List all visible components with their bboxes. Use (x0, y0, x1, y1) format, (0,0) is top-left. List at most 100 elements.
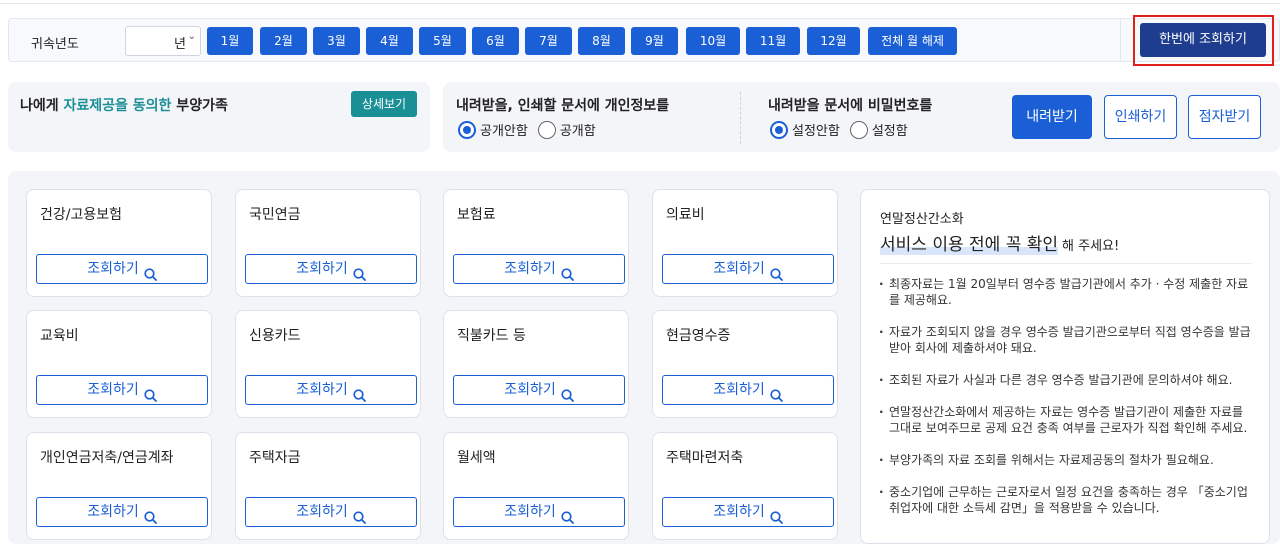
radio-personal-show[interactable] (537, 120, 556, 139)
personal-info-radio-group: 공개안함 공개함 (458, 120, 606, 139)
personal-info-label: 내려받을, 인쇄할 문서에 개인정보를 (456, 98, 670, 114)
card-title: 월세액 (457, 450, 496, 466)
notice-box: 연말정산간소화 서비스 이용 전에 꼭 확인해 주세요! 최종자료는 1월 20… (860, 189, 1270, 544)
radio-personal-hide[interactable] (458, 120, 476, 139)
deduction-card: 신용카드조회하기 (235, 310, 421, 418)
year-select-value: 년 (174, 37, 186, 52)
print-button[interactable]: 인쇄하기 (1104, 95, 1177, 139)
lookup-button[interactable]: 조회하기 (36, 375, 208, 405)
search-icon (144, 506, 157, 524)
card-title: 보험료 (457, 207, 496, 223)
dependents-title-highlight: 자료제공을 동의한 (63, 98, 172, 114)
month-button-10[interactable]: 10월 (686, 27, 740, 55)
notice-divider (880, 263, 1252, 264)
password-radio-group: 설정안함 설정함 (770, 120, 918, 139)
month-filter-bar: 귀속년도 년 ⌄ 1월 2월 3월 4월 5월 6월 7월 8월 9월 10월 … (8, 18, 1280, 62)
year-label: 귀속년도 (31, 37, 79, 52)
month-button-11[interactable]: 11월 (746, 27, 800, 55)
lookup-button[interactable]: 조회하기 (245, 497, 417, 527)
lookup-button[interactable]: 조회하기 (36, 497, 208, 527)
radio-password-off-label: 설정안함 (792, 124, 840, 139)
chevron-down-icon: ⌄ (187, 31, 196, 42)
braille-button[interactable]: 점자받기 (1188, 95, 1261, 139)
notice-title: 서비스 이용 전에 꼭 확인 해 주세요! (880, 230, 1119, 255)
month-button-7[interactable]: 7월 (525, 27, 572, 55)
month-button-12[interactable]: 12월 (807, 27, 860, 55)
year-select[interactable]: 년 ⌄ (125, 26, 201, 56)
deduction-card: 월세액조회하기 (443, 432, 629, 540)
download-options-panel: 내려받을, 인쇄할 문서에 개인정보를 공개안함 공개함 내려받을 문서에 비밀… (443, 82, 1280, 152)
lookup-button-label: 조회하기 (296, 382, 348, 398)
lookup-button[interactable]: 조회하기 (453, 497, 625, 527)
notice-item: 연말정산간소화에서 제공하는 자료는 영수증 발급기관이 제출한 자료를 그대로… (877, 404, 1257, 436)
card-title: 건강/고용보험 (40, 207, 122, 223)
card-title: 교육비 (40, 328, 79, 344)
radio-password-off[interactable] (770, 120, 788, 139)
month-button-5[interactable]: 5월 (419, 27, 466, 55)
deduction-card: 주택자금조회하기 (235, 432, 421, 540)
lookup-button[interactable]: 조회하기 (662, 497, 834, 527)
deduction-card: 국민연금조회하기 (235, 189, 421, 297)
search-icon (561, 506, 574, 524)
lookup-button[interactable]: 조회하기 (453, 375, 625, 405)
radio-password-on[interactable] (849, 120, 868, 139)
search-icon (770, 506, 783, 524)
radio-personal-hide-label: 공개안함 (480, 124, 528, 139)
lookup-button[interactable]: 조회하기 (662, 375, 834, 405)
deduction-card: 보험료조회하기 (443, 189, 629, 297)
lookup-button-label: 조회하기 (296, 504, 348, 520)
clear-all-months-button[interactable]: 전체 월 해제 (868, 27, 957, 55)
search-icon (770, 384, 783, 402)
month-button-6[interactable]: 6월 (472, 27, 519, 55)
search-icon (353, 263, 366, 281)
month-button-2[interactable]: 2월 (260, 27, 307, 55)
lookup-button-label: 조회하기 (713, 382, 765, 398)
notice-title-strong: 서비스 이용 전에 꼭 확인 (880, 235, 1059, 255)
month-button-3[interactable]: 3월 (313, 27, 360, 55)
card-title: 주택마련저축 (666, 450, 744, 466)
month-button-1[interactable]: 1월 (207, 27, 253, 55)
lookup-button-label: 조회하기 (713, 504, 765, 520)
lookup-button[interactable]: 조회하기 (453, 254, 625, 284)
detail-view-button[interactable]: 상세보기 (351, 91, 417, 117)
lookup-button-label: 조회하기 (504, 261, 556, 277)
lookup-button[interactable]: 조회하기 (36, 254, 208, 284)
notice-item: 부양가족의 자료 조회를 위해서는 자료제공동의 절차가 필요해요. (877, 452, 1257, 468)
month-button-9[interactable]: 9월 (631, 27, 678, 55)
search-icon (561, 263, 574, 281)
search-icon (144, 384, 157, 402)
search-icon (353, 506, 366, 524)
month-button-4[interactable]: 4월 (366, 27, 413, 55)
lookup-all-button[interactable]: 한번에 조회하기 (1140, 23, 1266, 57)
lookup-button[interactable]: 조회하기 (662, 254, 834, 284)
card-title: 국민연금 (249, 207, 301, 223)
download-button[interactable]: 내려받기 (1012, 95, 1092, 139)
deduction-card: 주택마련저축조회하기 (652, 432, 838, 540)
month-button-8[interactable]: 8월 (578, 27, 625, 55)
lookup-button[interactable]: 조회하기 (245, 254, 417, 284)
lookup-button-label: 조회하기 (87, 504, 139, 520)
card-title: 의료비 (666, 207, 705, 223)
deduction-card: 교육비조회하기 (26, 310, 212, 418)
notice-title-rest: 해 주세요! (1062, 239, 1120, 254)
card-title: 개인연금저축/연금계좌 (40, 450, 174, 466)
radio-password-on-label: 설정함 (871, 124, 908, 139)
lookup-button-label: 조회하기 (87, 382, 139, 398)
notice-subtitle: 연말정산간소화 (880, 212, 964, 227)
lookup-button[interactable]: 조회하기 (245, 375, 417, 405)
notice-item: 중소기업에 근무하는 근로자로서 일정 요건을 충족하는 경우 「중소기업 취업… (877, 484, 1257, 516)
dependents-panel: 나에게 자료제공을 동의한 부양가족 상세보기 (8, 82, 430, 152)
lookup-button-label: 조회하기 (713, 261, 765, 277)
lookup-button-label: 조회하기 (87, 261, 139, 277)
radio-personal-show-label: 공개함 (559, 124, 596, 139)
search-icon (144, 263, 157, 281)
card-title: 신용카드 (249, 328, 301, 344)
card-title: 주택자금 (249, 450, 301, 466)
search-icon (770, 263, 783, 281)
top-divider (0, 3, 1280, 4)
deduction-card: 의료비조회하기 (652, 189, 838, 297)
notice-item: 조회된 자료가 사실과 다른 경우 영수증 발급기관에 문의하셔야 해요. (877, 372, 1257, 388)
dependents-title: 나에게 자료제공을 동의한 부양가족 (20, 95, 228, 115)
password-label: 내려받을 문서에 비밀번호를 (768, 98, 933, 114)
deduction-card: 직불카드 등 조회하기 (443, 310, 629, 418)
